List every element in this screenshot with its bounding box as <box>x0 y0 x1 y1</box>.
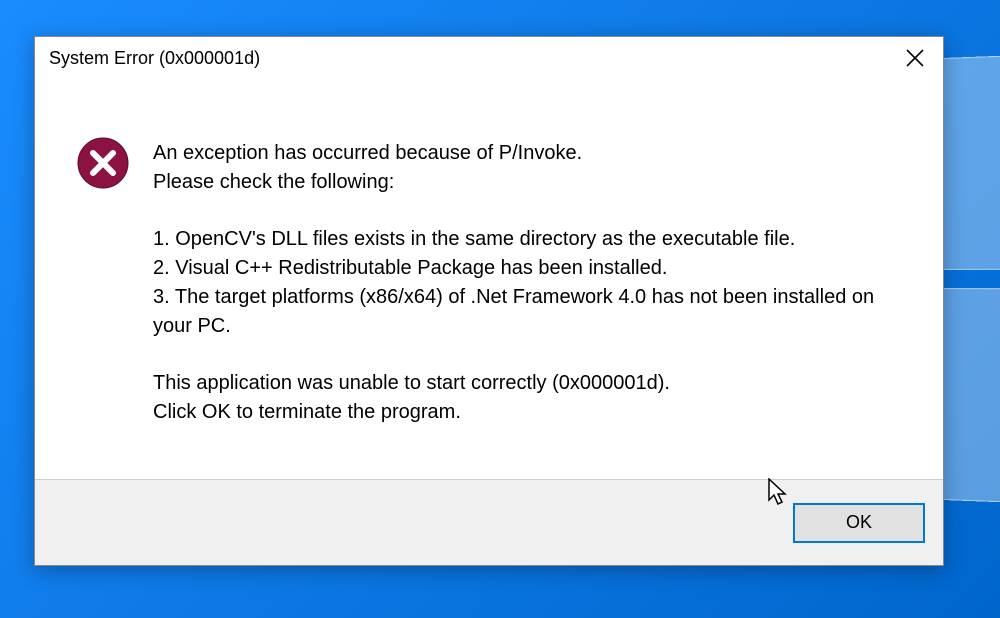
message-line: Click OK to terminate the program. <box>153 398 901 427</box>
message-line: 2. Visual C++ Redistributable Package ha… <box>153 254 901 283</box>
message-checklist: 1. OpenCV's DLL files exists in the same… <box>153 225 901 341</box>
error-icon <box>77 137 129 189</box>
message-line: Please check the following: <box>153 168 901 197</box>
message-column: An exception has occurred because of P/I… <box>153 139 901 459</box>
dialog-footer: OK <box>35 479 943 565</box>
message-line: This application was unable to start cor… <box>153 369 901 398</box>
ok-button[interactable]: OK <box>793 503 925 543</box>
dialog-titlebar: System Error (0x000001d) <box>35 37 943 79</box>
close-icon <box>906 49 924 67</box>
close-button[interactable] <box>887 37 943 79</box>
message-line: An exception has occurred because of P/I… <box>153 139 901 168</box>
dialog-content: An exception has occurred because of P/I… <box>35 79 943 479</box>
message-line: 1. OpenCV's DLL files exists in the same… <box>153 225 901 254</box>
message-intro: An exception has occurred because of P/I… <box>153 139 901 197</box>
icon-column <box>77 139 153 459</box>
message-conclusion: This application was unable to start cor… <box>153 369 901 427</box>
message-line: 3. The target platforms (x86/x64) of .Ne… <box>153 283 901 341</box>
dialog-title: System Error (0x000001d) <box>49 48 260 69</box>
error-dialog: System Error (0x000001d) An exception ha… <box>34 36 944 566</box>
